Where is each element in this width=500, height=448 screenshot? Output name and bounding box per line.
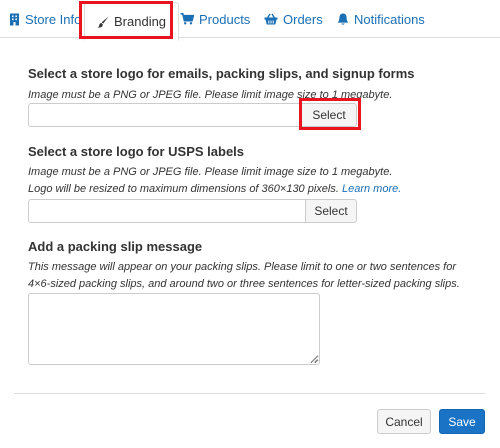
cart-icon bbox=[180, 13, 194, 25]
bell-icon bbox=[337, 13, 349, 26]
learn-more-link[interactable]: Learn more. bbox=[342, 183, 401, 195]
tab-orders[interactable]: Orders bbox=[264, 0, 323, 38]
packing-section-help-line2: 4×6-sized packing slips, and around two … bbox=[28, 278, 460, 290]
tab-store-info-label: Store Info bbox=[25, 11, 82, 27]
building-icon bbox=[9, 13, 20, 26]
usps-section-help-line1: Image must be a PNG or JPEG file. Please… bbox=[28, 166, 393, 178]
tab-notifications[interactable]: Notifications bbox=[337, 0, 425, 38]
usps-help-text: Logo will be resized to maximum dimensio… bbox=[28, 183, 339, 195]
tab-products-label: Products bbox=[199, 11, 251, 27]
packing-section-help-line1: This message will appear on your packing… bbox=[28, 261, 456, 273]
usps-logo-file-field[interactable] bbox=[28, 199, 306, 223]
tab-store-info[interactable]: Store Info bbox=[9, 0, 81, 38]
usps-section-heading: Select a store logo for USPS labels bbox=[28, 144, 245, 159]
logo-section-help: Image must be a PNG or JPEG file. Please… bbox=[28, 89, 393, 101]
tab-orders-label: Orders bbox=[283, 11, 323, 27]
store-logo-file-field[interactable] bbox=[28, 103, 302, 127]
paintbrush-icon bbox=[97, 16, 109, 28]
footer-divider bbox=[14, 393, 485, 394]
packing-slip-message-textarea[interactable] bbox=[28, 293, 320, 365]
tab-branding-label: Branding bbox=[114, 14, 167, 29]
cancel-button[interactable]: Cancel bbox=[377, 409, 431, 434]
logo-section-heading: Select a store logo for emails, packing … bbox=[28, 66, 415, 81]
tab-bar: Store Info Branding Products Orders Noti… bbox=[0, 0, 500, 41]
save-button[interactable]: Save bbox=[439, 409, 485, 434]
packing-section-heading: Add a packing slip message bbox=[28, 239, 203, 254]
usps-logo-select-button[interactable]: Select bbox=[305, 199, 357, 223]
usps-section-help-line2: Logo will be resized to maximum dimensio… bbox=[28, 183, 401, 195]
tab-notifications-label: Notifications bbox=[354, 11, 425, 27]
store-logo-select-button[interactable]: Select bbox=[301, 103, 357, 127]
tab-branding[interactable]: Branding bbox=[84, 2, 180, 41]
tab-products[interactable]: Products bbox=[180, 0, 250, 38]
basket-icon bbox=[264, 13, 278, 25]
